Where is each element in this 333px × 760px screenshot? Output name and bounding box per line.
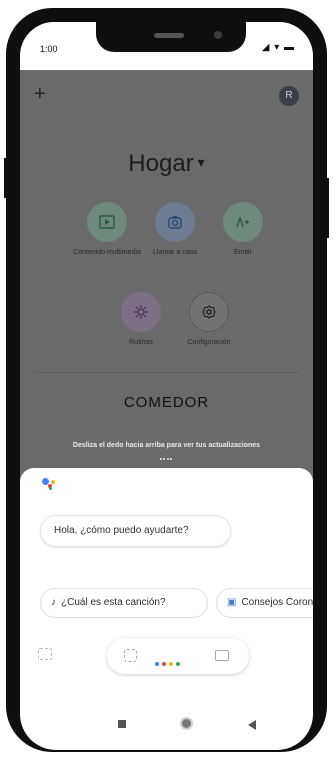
action-label: Contenido multimedia <box>73 249 141 256</box>
music-note-icon: ♪ <box>51 597 56 608</box>
back-icon[interactable] <box>248 720 256 730</box>
plus-icon[interactable]: + <box>34 84 46 104</box>
media-icon <box>87 202 127 242</box>
action-label: Configuración <box>187 339 231 346</box>
routines-icon <box>121 292 161 332</box>
phone-frame: 1:00 ◢ ▾ ▬ + R Hogar ▾ Contenido multimed… <box>4 8 329 752</box>
room-title: COMEDOR <box>123 394 210 411</box>
call-home-icon <box>155 202 195 242</box>
keyboard-icon[interactable] <box>215 650 229 661</box>
dot <box>176 662 180 666</box>
swipe-hint: Desliza el dedo hacia arriba para ver tu… <box>72 442 261 449</box>
info-card-icon: ▣ <box>227 597 237 608</box>
screen: 1:00 ◢ ▾ ▬ + R Hogar ▾ Contenido multimed… <box>20 22 313 696</box>
home-icon[interactable] <box>180 717 193 730</box>
home-selector[interactable]: Hogar ▾ <box>20 150 313 178</box>
suggestion-label: ¿Cuál es esta canción? <box>61 597 166 608</box>
navigation-bar <box>20 696 313 750</box>
power-button <box>326 178 329 238</box>
chevron-down-icon: ▾ <box>197 154 205 170</box>
avatar[interactable]: R <box>279 86 299 106</box>
cast-icon <box>223 202 263 242</box>
status-time: 1:00 <box>40 44 58 54</box>
dot <box>162 662 166 666</box>
suggestion-label: Consejos Corona <box>241 597 313 608</box>
notch <box>96 22 246 52</box>
snapshot-icon[interactable] <box>38 648 52 660</box>
suggestion-chip-song[interactable]: ♪ ¿Cuál es esta canción? <box>40 588 208 618</box>
assistant-input-bar <box>20 636 313 676</box>
assistant-sheet: Hola, ¿cómo puedo ayudarte? ♪ ¿Cuál es es… <box>20 468 313 696</box>
recents-icon[interactable] <box>118 720 126 728</box>
assistant-dots-icon[interactable] <box>155 653 199 666</box>
dot <box>155 662 159 666</box>
lens-icon[interactable] <box>124 649 137 662</box>
front-camera <box>214 31 222 39</box>
action-cast[interactable]: Emitir <box>208 202 278 257</box>
action-label: Llamar a casa <box>153 249 197 256</box>
action-settings[interactable]: Configuración <box>174 292 244 347</box>
action-label: Rutinas <box>129 339 153 346</box>
divider <box>34 372 299 373</box>
status-icons: ◢ ▾ ▬ <box>261 42 295 53</box>
action-routines[interactable]: Rutinas <box>106 292 176 347</box>
assistant-logo-icon <box>42 478 60 492</box>
dot <box>169 662 173 666</box>
action-media[interactable]: Contenido multimedia <box>72 202 142 257</box>
suggestion-chip-corona[interactable]: ▣ Consejos Corona <box>216 588 313 618</box>
voice-input-pill[interactable] <box>107 638 249 674</box>
page-title: Hogar <box>128 150 194 177</box>
volume-button <box>4 158 7 198</box>
assistant-greeting: Hola, ¿cómo puedo ayudarte? <box>40 515 231 547</box>
settings-icon <box>189 292 229 332</box>
swipe-indicator <box>160 458 172 462</box>
speaker <box>154 33 184 38</box>
action-label: Emitir <box>234 249 252 256</box>
action-call-home[interactable]: Llamar a casa <box>140 202 210 257</box>
